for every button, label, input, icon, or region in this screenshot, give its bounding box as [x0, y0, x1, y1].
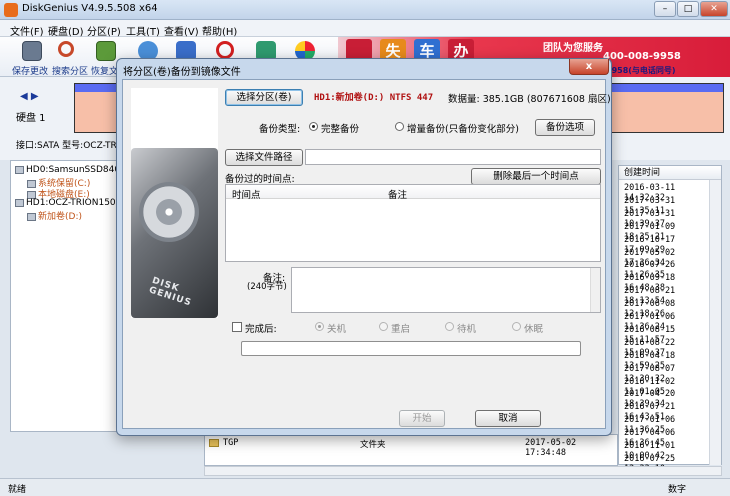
menu-help[interactable]: 帮助(H): [202, 23, 237, 38]
close-window-button[interactable]: ✕: [700, 1, 728, 17]
select-partition-button[interactable]: 选择分区(卷): [225, 89, 303, 106]
search-partition-label[interactable]: 搜索分区: [52, 64, 88, 77]
backup-dialog: 将分区(卷)备份到镜像文件 x DISK GENIUS 选择分区(卷) HD1:…: [116, 58, 612, 436]
status-bar: 就绪 数字: [0, 478, 730, 496]
window-title: DiskGenius V4.9.5.508 x64: [22, 3, 158, 14]
status-text: 就绪: [8, 485, 27, 495]
backup-points-label: 备份过的时间点:: [225, 174, 295, 185]
restart-radio[interactable]: [379, 322, 388, 331]
disk-icon: [15, 165, 24, 174]
data-amount: 数据量: 385.1GB (807671608 扇区): [448, 94, 611, 105]
tree-item-hd0[interactable]: HD0:SamsunSSD840: [15, 165, 120, 175]
table-header: 时间点 备注: [226, 185, 600, 201]
backup-options-button[interactable]: 备份选项: [535, 119, 595, 136]
file-list-created: 创建时间 2016-03-11 14:32:32 2017-03-31 15:35…: [618, 165, 722, 474]
dialog-close-button[interactable]: x: [569, 59, 609, 75]
col-note-header[interactable]: 备注: [388, 187, 407, 201]
shutdown-radio[interactable]: [315, 322, 324, 331]
diskgenius-artwork: DISK GENIUS: [131, 88, 218, 318]
restore-file-label[interactable]: 恢复文: [91, 64, 118, 77]
ad-phone: 400-008-9958: [603, 51, 681, 62]
dialog-body: DISK GENIUS 选择分区(卷) HD1:新加卷(D:) NTFS 447…: [122, 79, 611, 429]
incremental-backup-radio[interactable]: [395, 122, 404, 131]
ad-hotline: 9958(与电话同号): [606, 66, 676, 75]
file-list: TGP 文件夹 2017-05-02 17:34:48: [204, 434, 618, 466]
minimize-button[interactable]: –: [654, 1, 676, 17]
hard-disk-image: DISK GENIUS: [131, 148, 218, 318]
restart-label[interactable]: 重启: [391, 321, 410, 335]
menu-view[interactable]: 查看(V): [164, 23, 199, 38]
hibernate-label[interactable]: 休眠: [524, 321, 543, 335]
ad-team-text: 团队为您服务: [543, 43, 603, 54]
app-icon: [4, 3, 18, 17]
shutdown-label[interactable]: 关机: [327, 321, 346, 335]
disk-platter-icon: [139, 182, 199, 242]
disk-info: 接口:SATA 型号:OCZ-TRIO: [16, 141, 127, 151]
standby-radio[interactable]: [445, 322, 454, 331]
choose-path-button[interactable]: 选择文件路径: [225, 149, 303, 166]
delete-icon[interactable]: [216, 41, 234, 59]
created-time-header[interactable]: 创建时间: [619, 166, 721, 180]
backup-type-label: 备份类型:: [259, 124, 301, 135]
tree-item-new-volume[interactable]: 新加卷(D:): [27, 209, 82, 222]
menu-file[interactable]: 文件(F): [10, 23, 44, 38]
search-icon[interactable]: [58, 41, 74, 57]
file-modified: 2017-05-02 17:34:48: [525, 438, 577, 458]
status-numlock: 数字: [668, 485, 687, 495]
hibernate-radio[interactable]: [512, 322, 521, 331]
note-scrollbar[interactable]: [590, 268, 600, 312]
col-time-header[interactable]: 时间点: [232, 187, 261, 201]
disk-icon: [15, 198, 24, 207]
title-bar: DiskGenius V4.9.5.508 x64 – □ ✕: [0, 0, 730, 20]
menu-bar: 文件(F) 硬盘(D) 分区(P) 工具(T) 查看(V) 帮助(H): [0, 20, 730, 38]
delete-last-point-button[interactable]: 删除最后一个时间点: [471, 168, 601, 185]
after-complete-checkbox[interactable]: [232, 322, 242, 332]
after-complete-label[interactable]: 完成后:: [245, 321, 277, 335]
cancel-button[interactable]: 取消: [475, 410, 541, 427]
diskgenius-logo: DISK GENIUS: [147, 275, 193, 309]
vertical-scrollbar[interactable]: [709, 180, 721, 465]
incremental-backup-label[interactable]: 增量备份(只备份变化部分): [407, 121, 519, 135]
menu-disk[interactable]: 硬盘(D): [48, 23, 84, 38]
restore-icon[interactable]: [96, 41, 116, 61]
file-type: 文件夹: [360, 440, 386, 450]
file-path-input[interactable]: [305, 149, 601, 165]
menu-tools[interactable]: 工具(T): [126, 23, 160, 38]
standby-label[interactable]: 待机: [457, 321, 476, 335]
note-input[interactable]: [291, 267, 601, 313]
note-limit: (240字节): [247, 282, 287, 292]
backup-progress-bar: [241, 341, 581, 356]
dialog-title: 将分区(卷)备份到镜像文件: [123, 67, 241, 78]
disk-nav-arrows[interactable]: ◀ ▶: [20, 91, 39, 102]
partition-icon: [27, 212, 36, 221]
full-backup-radio[interactable]: [309, 122, 318, 131]
tree-item-hd1[interactable]: HD1:OCZ-TRION150: [15, 198, 116, 208]
save-icon[interactable]: [22, 41, 42, 61]
start-button[interactable]: 开始: [399, 410, 445, 427]
selected-partition-info: HD1:新加卷(D:) NTFS 447: [314, 93, 434, 103]
maximize-button[interactable]: □: [677, 1, 699, 17]
disk-label: 硬盘 1: [16, 113, 46, 124]
save-changes-label[interactable]: 保存更改: [12, 64, 48, 77]
file-name[interactable]: TGP: [223, 438, 238, 448]
backup-points-table[interactable]: 时间点 备注: [225, 184, 601, 262]
folder-icon: [209, 439, 219, 447]
menu-partition[interactable]: 分区(P): [87, 23, 121, 38]
horizontal-scrollbar[interactable]: [204, 466, 722, 476]
disk-tree: HD0:SamsunSSD840 系统保留(C:) 本地磁盘(E:) HD1:O…: [10, 160, 120, 432]
full-backup-label[interactable]: 完整备份: [321, 121, 359, 135]
